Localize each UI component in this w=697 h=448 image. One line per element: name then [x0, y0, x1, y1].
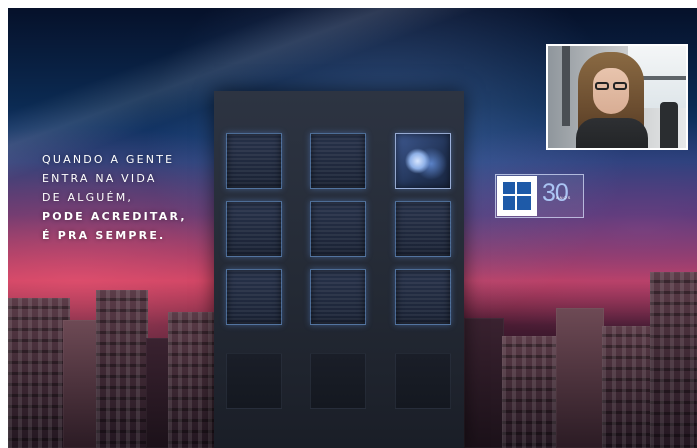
building-window [310, 201, 366, 257]
logo-anos: ANOS [556, 195, 572, 200]
anniversary-logo: 30 ANOS [495, 174, 584, 218]
participant-face [593, 68, 629, 114]
webcam-overlay [546, 44, 688, 150]
headline-line-bold: PODE ACREDITAR, [42, 210, 187, 223]
building-window [395, 201, 451, 257]
building-window [226, 269, 282, 325]
building-window-photo [395, 133, 451, 189]
logo-years: 30 [542, 179, 569, 207]
building-window-dark [310, 353, 366, 409]
webcam-background-shelf [562, 46, 570, 126]
building-window [310, 269, 366, 325]
skyline-building [168, 312, 216, 448]
webcam-background-chair [660, 102, 678, 148]
headline-line: ENTRA NA VIDA [42, 172, 157, 185]
skyline-building [502, 336, 557, 448]
skyline-building [96, 290, 148, 448]
participant-glasses [593, 82, 629, 91]
building-window [226, 201, 282, 257]
skyline-building [8, 298, 70, 448]
skyline-building [556, 308, 604, 448]
video-frame: QUANDO A GENTE ENTRA NA VIDA DE ALGUÉM, … [8, 8, 697, 448]
building-window [310, 133, 366, 189]
headline-line-bold: É PRA SEMPRE. [42, 229, 166, 242]
participant-body [576, 118, 648, 148]
headline-text: QUANDO A GENTE ENTRA NA VIDA DE ALGUÉM, … [42, 150, 187, 245]
skyline-building [464, 318, 504, 448]
headline-line: QUANDO A GENTE [42, 153, 175, 166]
headline-line: DE ALGUÉM, [42, 191, 134, 204]
central-building [214, 91, 464, 448]
skyline-building [650, 272, 697, 448]
logo-grid-icon [497, 176, 537, 216]
building-window [226, 133, 282, 189]
building-window-dark [226, 353, 282, 409]
skyline-building [602, 326, 652, 448]
building-window [395, 269, 451, 325]
building-window-dark [395, 353, 451, 409]
